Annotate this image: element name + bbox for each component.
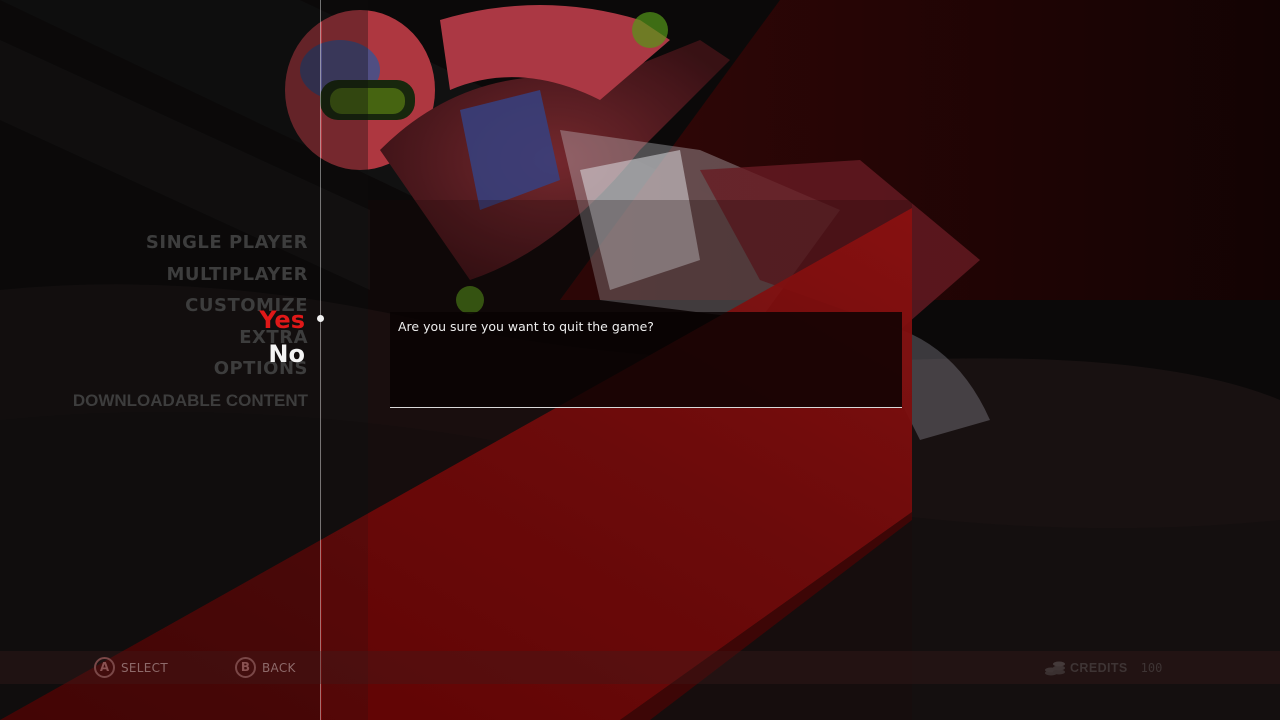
main-menu-screen: SINGLE PLAYER MULTIPLAYER CUSTOMIZE EXTR… bbox=[0, 0, 1280, 720]
select-label: SELECT bbox=[121, 660, 168, 675]
quit-confirm-dialog: Are you sure you want to quit the game? bbox=[390, 312, 902, 408]
back-label: BACK bbox=[262, 660, 296, 675]
dialog-message: Are you sure you want to quit the game? bbox=[398, 319, 654, 334]
select-prompt[interactable]: A SELECT bbox=[94, 657, 168, 678]
credits-display: CREDITS 100 bbox=[1043, 660, 1162, 676]
b-button-icon: B bbox=[235, 657, 256, 678]
dot-icon bbox=[317, 315, 324, 322]
confirm-options: Yes No bbox=[259, 303, 305, 371]
yes-option[interactable]: Yes bbox=[259, 303, 305, 337]
credits-label: CREDITS bbox=[1070, 661, 1128, 675]
coins-icon bbox=[1045, 661, 1065, 676]
menu-divider bbox=[320, 0, 321, 720]
credits-value: 100 bbox=[1140, 661, 1163, 675]
menu-item-multiplayer[interactable]: MULTIPLAYER bbox=[73, 261, 308, 293]
menu-item-downloadable-content[interactable]: DOWNLOADABLE CONTENT bbox=[73, 387, 308, 419]
menu-item-single-player[interactable]: SINGLE PLAYER bbox=[73, 229, 308, 261]
no-option[interactable]: No bbox=[259, 337, 305, 371]
footer-bar: A SELECT B BACK CREDITS 100 bbox=[0, 651, 1280, 684]
back-prompt[interactable]: B BACK bbox=[235, 657, 296, 678]
a-button-icon: A bbox=[94, 657, 115, 678]
